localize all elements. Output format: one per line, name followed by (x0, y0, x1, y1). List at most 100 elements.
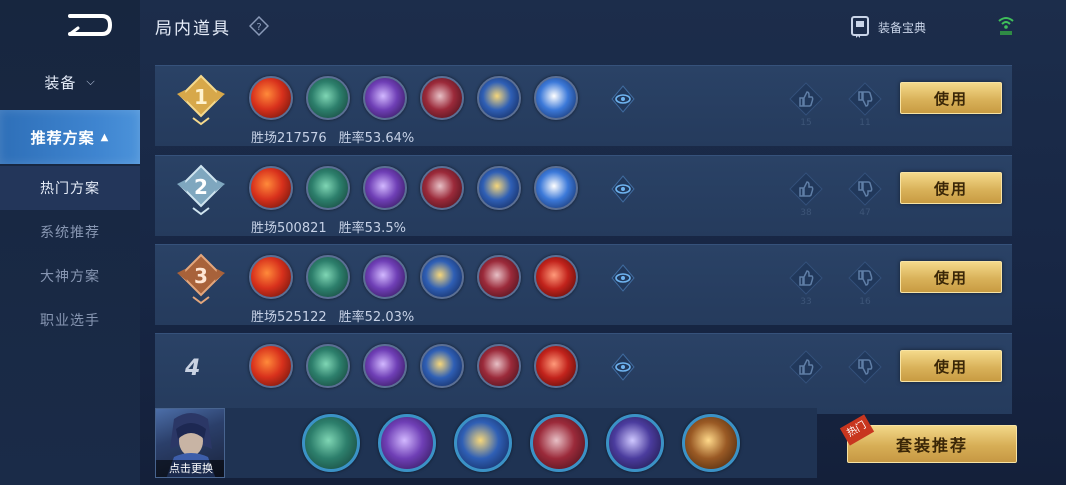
codex-label: 装备宝典 (878, 20, 927, 35)
preview-eye-icon[interactable] (610, 263, 636, 293)
item-purple-axe-icon[interactable] (363, 166, 407, 210)
current-item-crimson-armor-icon[interactable] (530, 414, 588, 472)
current-item-purple-axe-icon[interactable] (378, 414, 436, 472)
use-button[interactable]: 使用 (900, 350, 1002, 382)
sidebar-item-hot[interactable]: 热门方案 (0, 166, 140, 210)
preview-eye-icon[interactable] (610, 352, 636, 382)
sidebar-item-expert[interactable]: 大神方案 (0, 254, 140, 298)
row-stats: 胜场217576 胜率53.64% (251, 127, 414, 146)
recommendation-row: 2 胜场500821 胜率53.5% 38 47 使用 (155, 155, 1012, 236)
wifi-signal-icon (998, 17, 1014, 35)
thumbs-up-icon[interactable] (789, 261, 823, 295)
item-blue-gold-spear-icon[interactable] (420, 344, 464, 388)
sidebar-category-label: 装备 (44, 73, 77, 92)
sidebar-item-system[interactable]: 系统推荐 (0, 210, 140, 254)
hero-change-label: 点击更换 (156, 460, 224, 477)
item-blue-gold-spear-icon[interactable] (420, 255, 464, 299)
item-purple-axe-icon[interactable] (363, 76, 407, 120)
recommendation-row: 3 胜场525122 胜率52.03% 33 16 使用 (155, 244, 1012, 325)
sidebar-item-label: 大神方案 (40, 269, 100, 285)
rank-number: 4 (185, 356, 201, 381)
current-build-items (302, 414, 740, 472)
equipment-screen: 装备 ⌵ 推荐方案 ▲ 热门方案 系统推荐 大神方案 职业选手 局内道具 ? 装… (0, 0, 1066, 485)
item-red-blade-icon[interactable] (249, 255, 293, 299)
recommendation-row: 4 使用 (155, 333, 1012, 414)
current-item-green-boots-icon[interactable] (302, 414, 360, 472)
item-red-blade-icon[interactable] (249, 344, 293, 388)
item-purple-axe-icon[interactable] (363, 344, 407, 388)
item-purple-axe-icon[interactable] (363, 255, 407, 299)
item-list (249, 76, 578, 120)
hero-portrait[interactable]: 点击更换 (155, 408, 225, 478)
item-crimson-armor-icon[interactable] (477, 344, 521, 388)
sidebar-item-label: 职业选手 (40, 313, 100, 329)
win-rate: 胜率53.5% (338, 221, 406, 236)
item-blue-gold-spear-icon[interactable] (477, 76, 521, 120)
use-button-label: 使用 (933, 89, 968, 108)
item-ice-spear-icon[interactable] (534, 166, 578, 210)
item-green-boots-icon[interactable] (306, 255, 350, 299)
sidebar-item-label: 系统推荐 (40, 225, 100, 241)
thumbs-up-icon[interactable] (789, 350, 823, 384)
rank-medal-icon: 3 (177, 253, 225, 305)
sidebar-item-label: 热门方案 (40, 181, 100, 197)
page-title: 局内道具 (155, 19, 231, 39)
rank-number: 2 (194, 175, 208, 199)
sidebar-item-recommended[interactable]: 推荐方案 ▲ (0, 110, 140, 164)
use-button[interactable]: 使用 (900, 261, 1002, 293)
recommendation-row: 1 胜场217576 胜率53.64% 15 11 使用 (155, 65, 1012, 146)
chevron-up-icon: ▲ (100, 131, 110, 143)
item-red-helmet-icon[interactable] (534, 344, 578, 388)
likes-count: 38 (800, 208, 812, 218)
sidebar-active-label: 推荐方案 (30, 128, 95, 147)
item-crimson-armor-icon[interactable] (477, 255, 521, 299)
current-item-blue-gold-spear-icon[interactable] (454, 414, 512, 472)
codex-book-icon (851, 16, 869, 38)
codex-button[interactable]: 装备宝典 (850, 14, 926, 40)
current-item-violet-armor-icon[interactable] (606, 414, 664, 472)
back-arrow-icon[interactable] (64, 10, 114, 40)
rank-medal-icon: 1 (177, 74, 225, 126)
item-red-blade-icon[interactable] (249, 166, 293, 210)
sidebar: 装备 ⌵ 推荐方案 ▲ 热门方案 系统推荐 大神方案 职业选手 (0, 0, 140, 485)
item-list (249, 166, 578, 210)
use-button-label: 使用 (933, 268, 968, 287)
use-button[interactable]: 使用 (900, 172, 1002, 204)
preview-eye-icon[interactable] (610, 84, 636, 114)
item-green-boots-icon[interactable] (306, 76, 350, 120)
suit-recommend-label: 套装推荐 (895, 436, 968, 455)
item-list (249, 344, 578, 388)
use-button[interactable]: 使用 (900, 82, 1002, 114)
question-diamond-icon[interactable]: ? (249, 16, 269, 36)
preview-eye-icon[interactable] (610, 174, 636, 204)
thumbs-down-icon[interactable] (848, 261, 882, 295)
row-stats: 胜场500821 胜率53.5% (251, 217, 406, 236)
thumbs-down-icon[interactable] (848, 350, 882, 384)
row-stats: 胜场525122 胜率52.03% (251, 306, 414, 325)
thumbs-up-icon[interactable] (789, 82, 823, 116)
sidebar-item-pro[interactable]: 职业选手 (0, 298, 140, 342)
rank-medal-icon: 2 (177, 164, 225, 216)
dislikes-count: 47 (859, 208, 871, 218)
item-crimson-armor-icon[interactable] (420, 166, 464, 210)
item-red-helmet-icon[interactable] (534, 255, 578, 299)
chevron-down-icon: ⌵ (86, 75, 96, 88)
thumbs-down-icon[interactable] (848, 82, 882, 116)
thumbs-down-icon[interactable] (848, 172, 882, 206)
item-green-boots-icon[interactable] (306, 166, 350, 210)
thumbs-up-icon[interactable] (789, 172, 823, 206)
rank-number: 3 (194, 264, 208, 288)
dislikes-count: 16 (859, 297, 871, 307)
current-item-bronze-armor-icon[interactable] (682, 414, 740, 472)
item-red-blade-icon[interactable] (249, 76, 293, 120)
likes-count: 15 (800, 118, 812, 128)
dislikes-count: 11 (859, 118, 871, 128)
item-green-boots-icon[interactable] (306, 344, 350, 388)
sidebar-category-equipment[interactable]: 装备 ⌵ (0, 66, 140, 98)
wins-count: 胜场217576 (251, 131, 327, 146)
item-crimson-armor-icon[interactable] (420, 76, 464, 120)
wins-count: 胜场500821 (251, 221, 327, 236)
item-blue-gold-spear-icon[interactable] (477, 166, 521, 210)
item-ice-spear-icon[interactable] (534, 76, 578, 120)
likes-count: 33 (800, 297, 812, 307)
